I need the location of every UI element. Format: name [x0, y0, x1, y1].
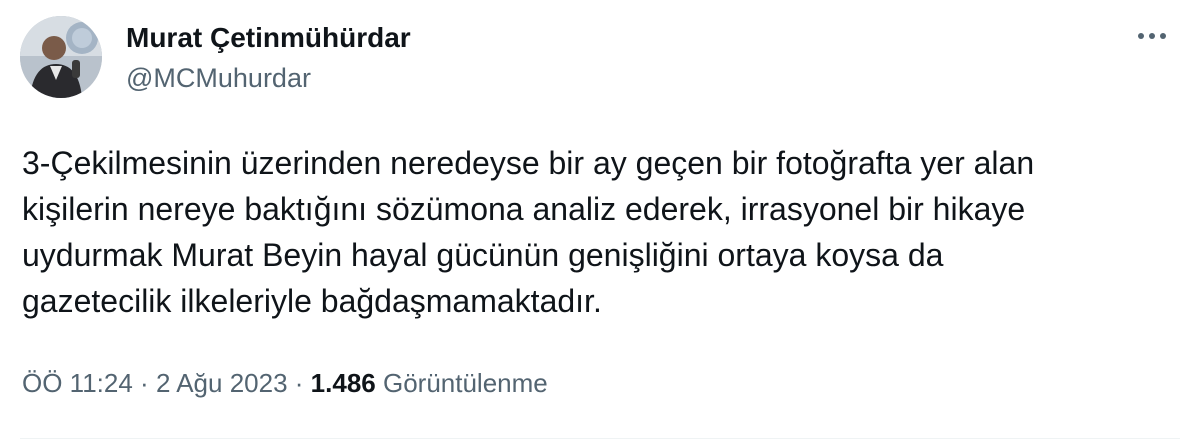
meta-separator: ·	[294, 368, 304, 398]
more-horizontal-icon	[1138, 33, 1166, 39]
tweet-card: Murat Çetinmühürdar @MCMuhurdar 3-Çekilm…	[0, 0, 1200, 444]
avatar-image	[20, 16, 102, 98]
views-count: 1.486	[310, 368, 376, 398]
avatar[interactable]	[20, 16, 102, 98]
more-options-button[interactable]	[1128, 22, 1176, 50]
tweet-date[interactable]: 2 Ağu 2023	[156, 368, 288, 398]
author-handle[interactable]: @MCMuhurdar	[126, 62, 311, 94]
author-name[interactable]: Murat Çetinmühürdar	[126, 22, 411, 54]
tweet-time[interactable]: ÖÖ 11:24	[22, 368, 133, 398]
meta-separator: ·	[140, 368, 149, 398]
views-label: Görüntülenme	[382, 368, 548, 398]
tweet-meta: ÖÖ 11:24 · 2 Ağu 2023 · 1.486 Görüntülen…	[22, 366, 548, 400]
tweet-text: 3-Çekilmesinin üzerinden neredeyse bir a…	[22, 145, 1035, 319]
divider	[20, 438, 1180, 439]
